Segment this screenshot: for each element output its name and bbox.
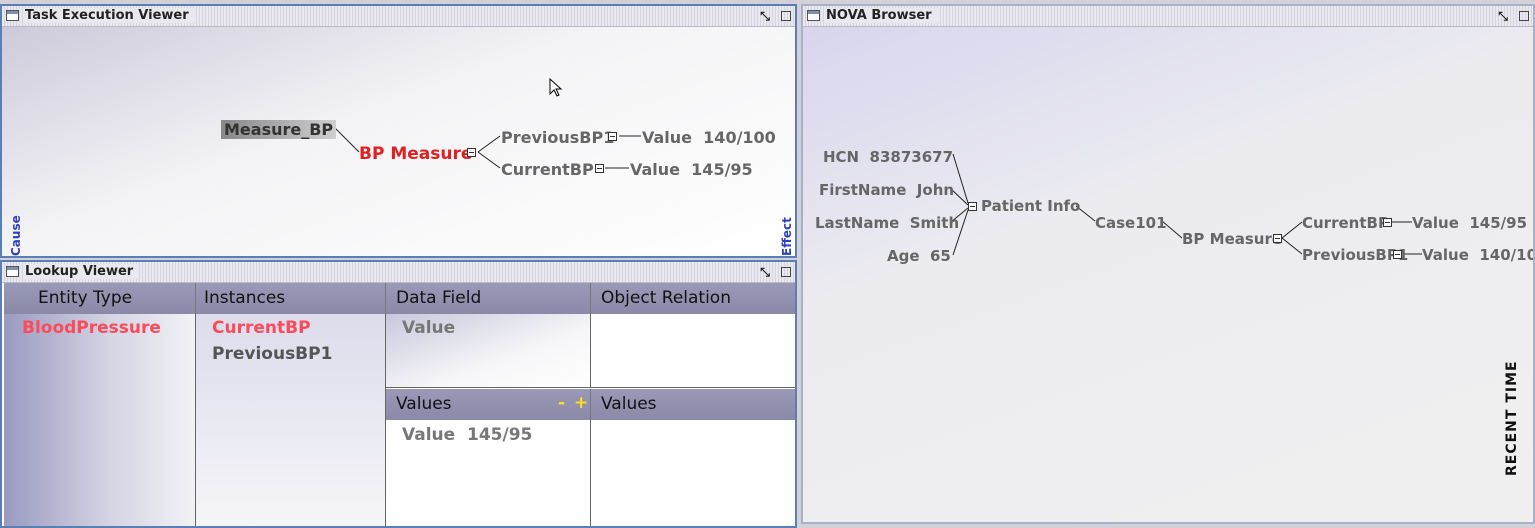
entity-type-item[interactable]: BloodPressure [22, 318, 161, 338]
header-values-right: Values [591, 389, 795, 420]
mouse-cursor-icon [549, 78, 563, 97]
object-relation-column [591, 314, 795, 388]
node-first-name[interactable]: FirstName John [819, 181, 954, 199]
cause-label: Cause [9, 215, 23, 256]
minimize-icon[interactable] [757, 264, 773, 280]
collapse-toggle-icon[interactable] [968, 202, 977, 211]
recent-time-label: RECENT TIME [1504, 360, 1520, 476]
values-column-right [591, 420, 795, 526]
nova-graph-edges [950, 153, 1422, 256]
effect-label: Effect [780, 217, 794, 256]
header-object-relation-label: Object Relation [601, 288, 731, 308]
header-object-relation: Object Relation [591, 283, 795, 314]
node-bp-measure[interactable]: BP Measure [1182, 230, 1282, 248]
nova-browser: NOVA Browser HCN 83873677 FirstName John… [801, 4, 1535, 524]
node-measure-bp[interactable]: Measure_BP [221, 120, 337, 139]
values-minus-button[interactable]: - [558, 388, 565, 419]
collapse-toggle-icon[interactable] [608, 132, 617, 141]
node-curr-value[interactable]: Value 145/95 [1412, 214, 1527, 232]
instance-item[interactable]: PreviousBP1 [212, 344, 332, 364]
header-instances: Instances [196, 283, 386, 314]
node-case[interactable]: Case101 [1095, 214, 1167, 232]
collapse-toggle-icon[interactable] [467, 148, 476, 157]
data-field-item[interactable]: Value [402, 318, 455, 338]
node-prev-value[interactable]: Value 140/100 [642, 128, 776, 147]
header-values-left-label: Values [396, 394, 452, 414]
lookup-viewer: Lookup Viewer Entity Type Instances Data… [0, 260, 797, 528]
header-values-left: Values - + [386, 389, 591, 420]
header-data-field-label: Data Field [396, 288, 482, 308]
node-patient-info[interactable]: Patient Info [981, 197, 1080, 215]
lookup-viewer-title: Lookup Viewer [25, 264, 140, 279]
instance-item[interactable]: CurrentBP [212, 318, 311, 338]
node-bp-measure[interactable]: BP Measure [359, 144, 472, 164]
header-values-right-label: Values [601, 394, 657, 414]
value-item[interactable]: Value 145/95 [402, 425, 532, 445]
collapse-toggle-icon[interactable] [1383, 218, 1392, 227]
node-curr-value[interactable]: Value 145/95 [630, 160, 753, 179]
node-current-bp[interactable]: CurrentBP [1302, 214, 1389, 232]
header-instances-label: Instances [204, 288, 286, 308]
header-entity-type: Entity Type [4, 283, 196, 314]
node-hcn[interactable]: HCN 83873677 [823, 148, 953, 166]
window-icon [6, 266, 19, 277]
node-last-name[interactable]: LastName Smith [815, 214, 959, 232]
header-data-field: Data Field [386, 283, 591, 314]
header-entity-type-label: Entity Type [38, 288, 133, 308]
maximize-icon[interactable] [781, 267, 791, 277]
collapse-toggle-icon[interactable] [1393, 250, 1402, 259]
node-prev-value[interactable]: Value 140/100 [1422, 246, 1533, 264]
node-current-bp[interactable]: CurrentBP [501, 160, 594, 179]
collapse-toggle-icon[interactable] [1273, 234, 1282, 243]
node-age[interactable]: Age 65 [887, 247, 951, 265]
lookup-viewer-titlebar[interactable]: Lookup Viewer [2, 262, 795, 283]
task-execution-viewer: Task Execution Viewer Measure_BP BP Meas… [0, 4, 797, 258]
collapse-toggle-icon[interactable] [595, 164, 604, 173]
values-plus-button[interactable]: + [574, 388, 588, 419]
node-previous-bp1[interactable]: PreviousBP1 [501, 128, 614, 147]
entity-type-column [4, 314, 196, 526]
